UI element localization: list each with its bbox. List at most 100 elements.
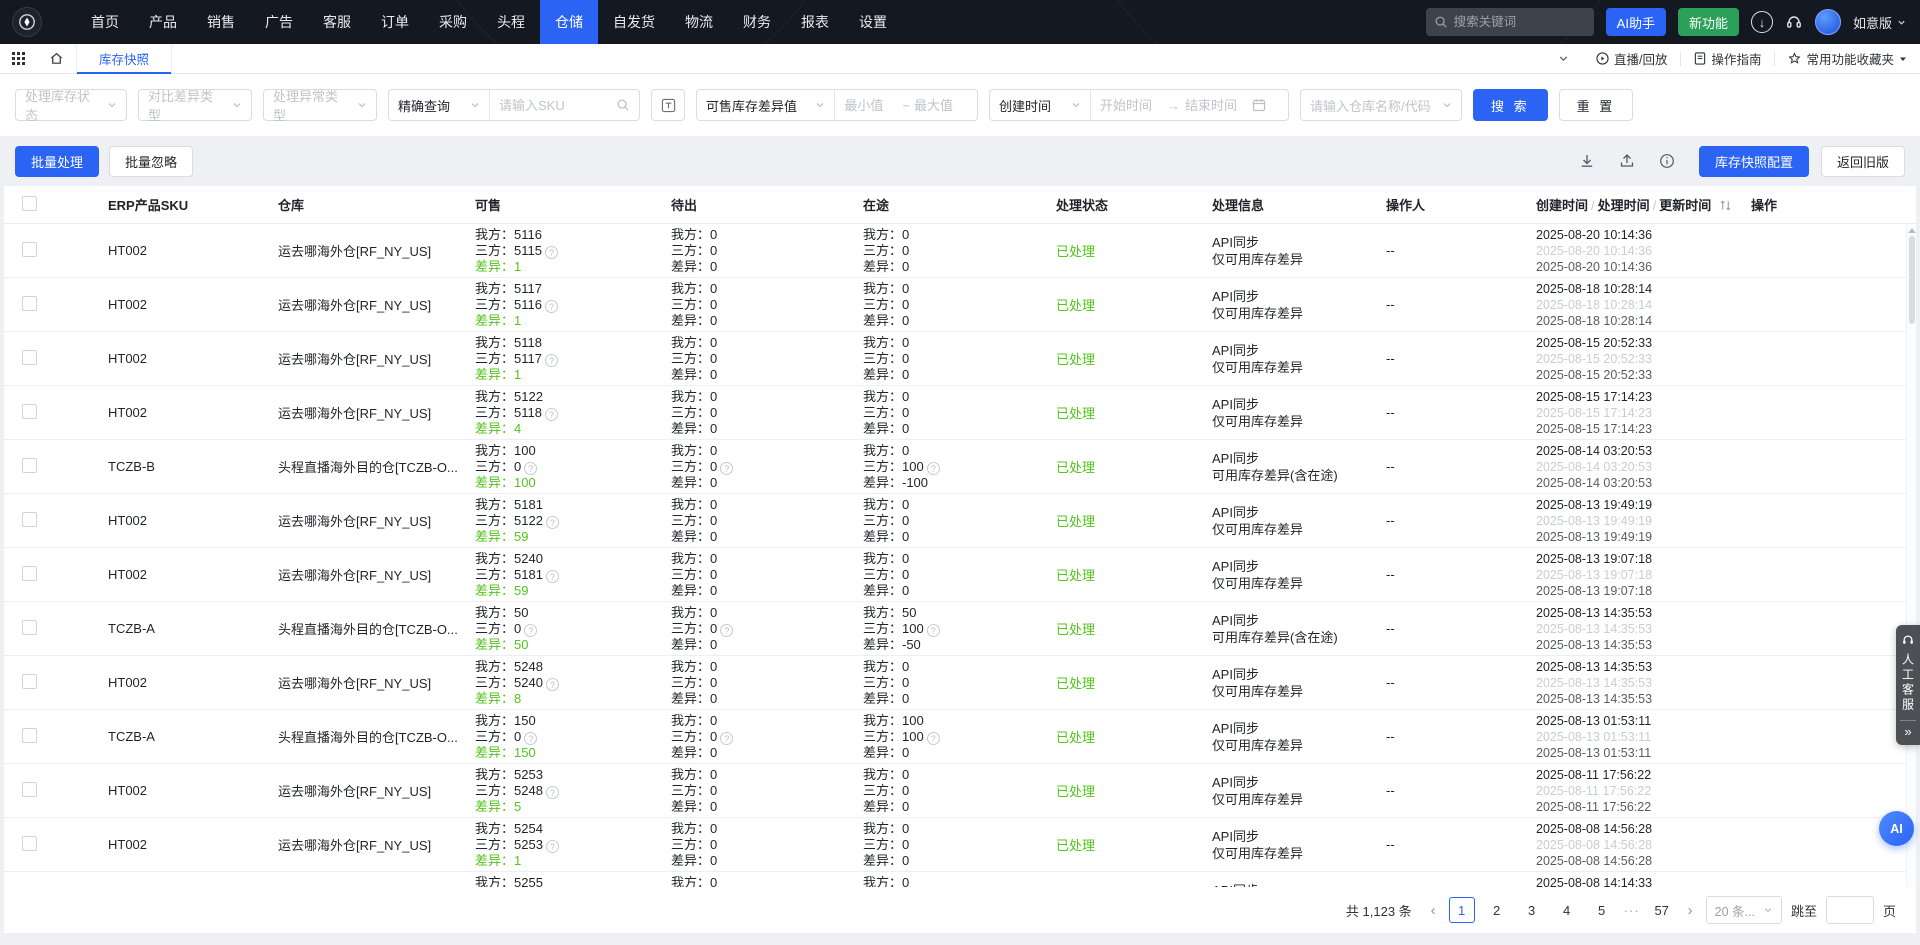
page-4[interactable]: 4	[1554, 897, 1580, 923]
nav-item-ads[interactable]: 广告	[250, 0, 308, 44]
import-upload-icon[interactable]	[1619, 153, 1635, 169]
export-download-icon[interactable]	[1579, 153, 1595, 169]
start-time-input[interactable]	[1100, 98, 1162, 113]
select-all-checkbox[interactable]	[22, 196, 37, 211]
row-checkbox[interactable]	[22, 242, 37, 257]
sort-icon[interactable]	[1719, 199, 1732, 212]
page-size-select[interactable]: 20 条...	[1706, 896, 1782, 924]
nav-item-logistics[interactable]: 物流	[670, 0, 728, 44]
headset-icon[interactable]	[1785, 13, 1803, 31]
nav-item-self-delivery[interactable]: 自发货	[598, 0, 670, 44]
warehouse-select[interactable]: 请输入仓库名称/代码	[1300, 89, 1462, 121]
question-circle-icon[interactable]: ?	[545, 300, 558, 313]
search-button[interactable]: 搜 索	[1473, 89, 1548, 121]
nav-item-orders[interactable]: 订单	[366, 0, 424, 44]
snapshot-config-button[interactable]: 库存快照配置	[1699, 146, 1809, 177]
app-logo-icon[interactable]	[12, 7, 42, 37]
home-icon[interactable]	[37, 44, 76, 73]
collapse-panel-icon[interactable]: »	[1904, 723, 1911, 741]
question-circle-icon[interactable]: ?	[524, 462, 537, 475]
nav-item-warehouse[interactable]: 仓储	[540, 0, 598, 44]
batch-ignore-button[interactable]: 批量忽略	[109, 146, 193, 177]
end-time-input[interactable]	[1185, 98, 1247, 113]
apps-grid-icon[interactable]	[0, 44, 37, 73]
nav-item-home[interactable]: 首页	[76, 0, 134, 44]
row-checkbox[interactable]	[22, 404, 37, 419]
query-mode-select[interactable]: 精确查询	[389, 90, 489, 120]
page-5[interactable]: 5	[1589, 897, 1615, 923]
filter-diff-type-select[interactable]: 对比差异类型	[138, 89, 252, 121]
page-57[interactable]: 57	[1649, 897, 1675, 923]
batch-process-button[interactable]: 批量处理	[15, 146, 99, 177]
question-circle-icon[interactable]: ?	[546, 840, 559, 853]
new-feature-button[interactable]: 新功能	[1678, 8, 1739, 36]
nav-item-finance[interactable]: 财务	[728, 0, 786, 44]
row-checkbox[interactable]	[22, 350, 37, 365]
time-type-select[interactable]: 创建时间	[990, 90, 1090, 120]
question-circle-icon[interactable]: ?	[927, 732, 940, 745]
question-circle-icon[interactable]: ?	[720, 462, 733, 475]
question-circle-icon[interactable]: ?	[524, 732, 537, 745]
info-icon[interactable]	[1659, 153, 1675, 169]
ai-assistant-button[interactable]: AI助手	[1606, 8, 1666, 36]
row-checkbox[interactable]	[22, 674, 37, 689]
question-circle-icon[interactable]: ?	[927, 624, 940, 637]
question-circle-icon[interactable]: ?	[546, 678, 559, 691]
nav-item-customer-service[interactable]: 客服	[308, 0, 366, 44]
reset-button[interactable]: 重 置	[1559, 89, 1634, 121]
filter-error-type-select[interactable]: 处理异常类型	[263, 89, 377, 121]
max-value-input[interactable]	[914, 98, 968, 113]
nav-item-settings[interactable]: 设置	[844, 0, 902, 44]
global-search-input[interactable]	[1454, 15, 1574, 29]
question-circle-icon[interactable]: ?	[524, 624, 537, 637]
customer-service-tab[interactable]: 人工客服 »	[1896, 625, 1920, 745]
tab-inventory-snapshot[interactable]: 库存快照	[76, 44, 172, 73]
row-checkbox[interactable]	[22, 620, 37, 635]
min-value-input[interactable]	[844, 98, 898, 113]
nav-item-reports[interactable]: 报表	[786, 0, 844, 44]
page-3[interactable]: 3	[1519, 897, 1545, 923]
row-checkbox[interactable]	[22, 836, 37, 851]
page-2[interactable]: 2	[1484, 897, 1510, 923]
batch-input-button[interactable]	[651, 89, 685, 121]
question-circle-icon[interactable]: ?	[546, 516, 559, 529]
row-checkbox[interactable]	[22, 728, 37, 743]
vertical-scrollbar[interactable]	[1906, 224, 1916, 887]
question-circle-icon[interactable]: ?	[546, 570, 559, 583]
live-replay-link[interactable]: 直播/回放	[1583, 49, 1680, 68]
row-checkbox[interactable]	[22, 566, 37, 581]
guide-link[interactable]: 操作指南	[1681, 49, 1774, 68]
sku-input[interactable]	[499, 98, 610, 113]
question-circle-icon[interactable]: ?	[545, 354, 558, 367]
nav-item-first-leg[interactable]: 头程	[482, 0, 540, 44]
next-page-arrow[interactable]: ›	[1684, 902, 1697, 919]
global-search[interactable]	[1426, 8, 1594, 36]
download-center-icon[interactable]: ↓	[1751, 11, 1773, 33]
row-checkbox[interactable]	[22, 296, 37, 311]
version-menu[interactable]: 如意版	[1853, 13, 1906, 32]
question-circle-icon[interactable]: ?	[720, 732, 733, 745]
prev-page-arrow[interactable]: ‹	[1427, 902, 1440, 919]
nav-item-products[interactable]: 产品	[134, 0, 192, 44]
row-checkbox[interactable]	[22, 512, 37, 527]
ai-floating-button[interactable]: AI	[1879, 811, 1914, 846]
collapse-filters-icon[interactable]	[1544, 53, 1583, 64]
user-avatar[interactable]	[1815, 9, 1841, 35]
question-circle-icon[interactable]: ?	[546, 786, 559, 799]
filter-process-status-select[interactable]: 处理库存状态	[15, 89, 127, 121]
jump-page-input[interactable]	[1826, 896, 1874, 924]
question-circle-icon[interactable]: ?	[927, 462, 940, 475]
calendar-icon[interactable]	[1252, 98, 1266, 112]
favorites-menu[interactable]: 常用功能收藏夹	[1775, 49, 1920, 68]
nav-item-purchasing[interactable]: 采购	[424, 0, 482, 44]
page-1[interactable]: 1	[1449, 897, 1475, 923]
page-ellipsis[interactable]: ···	[1624, 903, 1640, 918]
question-circle-icon[interactable]: ?	[545, 246, 558, 259]
row-checkbox[interactable]	[22, 782, 37, 797]
scrollbar-thumb[interactable]	[1909, 236, 1915, 324]
diff-value-select[interactable]: 可售库存差异值	[697, 90, 834, 120]
scroll-up-arrow-icon[interactable]	[1908, 228, 1916, 233]
nav-item-sales[interactable]: 销售	[192, 0, 250, 44]
row-checkbox[interactable]	[22, 458, 37, 473]
back-to-old-button[interactable]: 返回旧版	[1821, 146, 1905, 177]
